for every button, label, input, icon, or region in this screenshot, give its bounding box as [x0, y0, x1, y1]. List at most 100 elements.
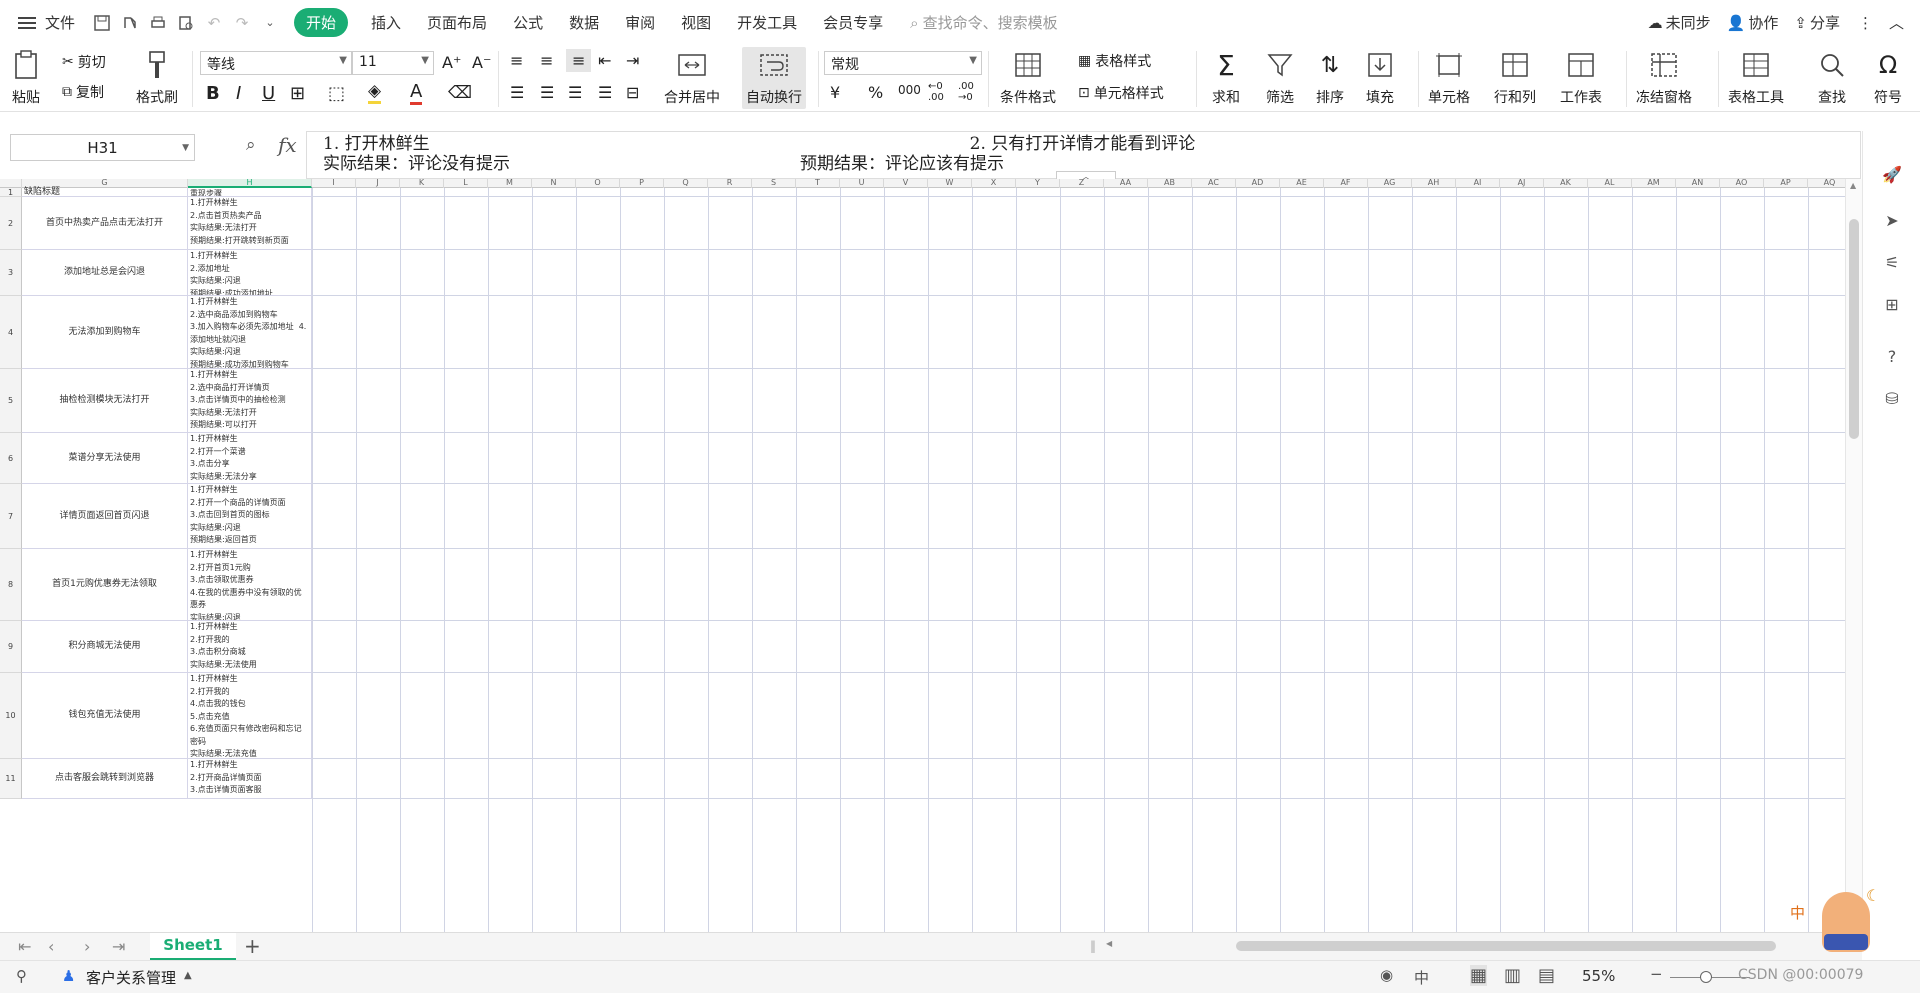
underline-icon[interactable]: U — [262, 83, 275, 104]
tab-data[interactable]: 数据 — [569, 12, 599, 33]
indent-increase-icon[interactable]: ⇥ — [626, 51, 639, 70]
row-col-button[interactable]: 行和列 — [1494, 49, 1536, 107]
split-handle[interactable]: ‖ — [1090, 939, 1096, 953]
row-header[interactable]: 1 — [0, 188, 22, 197]
column-header-ad[interactable]: AD — [1236, 179, 1280, 188]
tab-review[interactable]: 审阅 — [625, 12, 655, 33]
cut-button[interactable]: ✂ 剪切 — [62, 52, 106, 72]
cell-repro-steps[interactable]: 1.打开林鲜生 2.打开一个商品的详情页面 3.点击回到首页的图标 实际结果:闪… — [188, 484, 312, 549]
backup-icon[interactable]: ⛁ — [1881, 387, 1903, 409]
column-header-ap[interactable]: AP — [1764, 179, 1808, 188]
cell-repro-steps[interactable]: 1.打开林鲜生 2.打开一个菜谱 3.点击分享 实际结果:无法分享 预期结果:可… — [188, 433, 312, 484]
column-header-u[interactable]: U — [840, 179, 884, 188]
column-header-p[interactable]: P — [620, 179, 664, 188]
tab-developer[interactable]: 开发工具 — [737, 12, 797, 33]
cell-border-style-icon[interactable]: ⬚ — [328, 83, 345, 104]
justify-icon[interactable]: ☰ — [598, 83, 612, 102]
cell-repro-steps[interactable]: 1.打开林鲜生 2.打开首页1元购 3.点击领取优惠券 4.在我的优惠券中没有领… — [188, 549, 312, 621]
sort-button[interactable]: ⇅ 排序 — [1316, 49, 1344, 107]
column-header-r[interactable]: R — [708, 179, 752, 188]
crm-label[interactable]: 客户关系管理 — [86, 967, 176, 988]
increase-font-icon[interactable]: A⁺ — [442, 53, 461, 72]
column-header-j[interactable]: J — [356, 179, 400, 188]
symbol-button[interactable]: Ω 符号 — [1874, 49, 1902, 107]
eye-protection-icon[interactable]: ◉ — [1380, 966, 1393, 984]
align-center-icon[interactable]: ☰ — [540, 83, 554, 102]
first-sheet-icon[interactable]: ⇤ — [18, 937, 31, 956]
cell-repro-steps[interactable]: 1.打开林鲜生 2.打开商品详情页面 3.点击详情页面客服 实际结果:跳转到浏览… — [188, 759, 312, 799]
column-header-n[interactable]: N — [532, 179, 576, 188]
column-header-h[interactable]: H — [188, 179, 312, 188]
cloud-sync-icon[interactable]: ☁ — [1648, 14, 1663, 32]
page-view-icon[interactable]: ▤ — [1538, 965, 1555, 986]
table-style-button[interactable]: ▦ 表格样式 — [1078, 51, 1151, 71]
column-header-an[interactable]: AN — [1676, 179, 1720, 188]
fill-button[interactable]: 填充 — [1366, 49, 1394, 107]
row-header[interactable]: 10 — [0, 673, 22, 759]
column-header-aj[interactable]: AJ — [1500, 179, 1544, 188]
row-header[interactable]: 7 — [0, 484, 22, 549]
crm-icon[interactable]: ♟ — [62, 967, 75, 985]
sum-button[interactable]: Σ 求和 — [1212, 49, 1240, 107]
row-header[interactable]: 11 — [0, 759, 22, 799]
align-left-icon[interactable]: ☰ — [510, 83, 524, 102]
cell-button[interactable]: 单元格 — [1428, 49, 1470, 107]
copy-button[interactable]: ⧉ 复制 — [62, 82, 104, 102]
file-menu[interactable]: 文件 — [45, 12, 75, 33]
add-sheet-button[interactable]: + — [244, 934, 261, 958]
tab-page-layout[interactable]: 页面布局 — [427, 12, 487, 33]
assistant-mascot[interactable]: 中 ☾ — [1790, 882, 1880, 962]
align-top-icon[interactable]: ≡ — [510, 51, 523, 70]
bold-icon[interactable]: B — [206, 83, 220, 104]
column-header-ae[interactable]: AE — [1280, 179, 1324, 188]
column-header-s[interactable]: S — [752, 179, 796, 188]
clear-format-icon[interactable]: ⌫ — [448, 83, 472, 103]
column-header-aq[interactable]: AQ — [1808, 179, 1845, 188]
command-search[interactable]: ⌕ 查找命令、搜索模板 — [910, 12, 1057, 33]
layout-icon[interactable]: ⊞ — [1881, 293, 1903, 315]
font-name-select[interactable]: 等线 ▼ — [200, 51, 352, 75]
column-header-m[interactable]: M — [488, 179, 532, 188]
thousands-icon[interactable]: 000 — [898, 83, 921, 97]
column-header-ao[interactable]: AO — [1720, 179, 1764, 188]
function-icon[interactable]: fx — [278, 133, 297, 157]
collab-icon[interactable]: 👤 — [1727, 14, 1746, 32]
indent-decrease-icon[interactable]: ⇤ — [598, 51, 611, 70]
scroll-up-icon[interactable]: ▲ — [1850, 181, 1856, 190]
quick-access-dropdown-icon[interactable]: ⌄ — [259, 12, 281, 34]
chevron-up-icon[interactable]: ▲ — [184, 970, 192, 981]
sync-status[interactable]: 未同步 — [1666, 12, 1711, 33]
conditional-format-button[interactable]: 条件格式 — [1000, 49, 1056, 107]
tab-formulas[interactable]: 公式 — [513, 12, 543, 33]
percent-icon[interactable]: % — [868, 83, 883, 102]
cell-defect-title[interactable]: 积分商城无法使用 — [22, 621, 188, 673]
tab-insert[interactable]: 插入 — [371, 12, 401, 33]
wrap-text-button[interactable]: 自动换行 — [742, 47, 806, 109]
print-preview-icon[interactable] — [175, 12, 197, 34]
align-middle-icon[interactable]: ≡ — [540, 51, 553, 70]
column-header-ac[interactable]: AC — [1192, 179, 1236, 188]
ime-indicator[interactable]: 中 — [1414, 967, 1429, 988]
decrease-font-icon[interactable]: A⁻ — [472, 53, 491, 72]
column-header-i[interactable]: I — [312, 179, 356, 188]
column-header-ak[interactable]: AK — [1544, 179, 1588, 188]
row-header[interactable]: 3 — [0, 250, 22, 296]
export-icon[interactable] — [119, 12, 141, 34]
cell-defect-title[interactable]: 无法添加到购物车 — [22, 296, 188, 369]
fill-color-icon[interactable]: ◈ — [368, 81, 382, 104]
rocket-icon[interactable]: 🚀 — [1881, 163, 1903, 185]
prev-sheet-icon[interactable]: ‹ — [48, 937, 54, 956]
column-header-ah[interactable]: AH — [1412, 179, 1456, 188]
column-header-o[interactable]: O — [576, 179, 620, 188]
share-icon[interactable]: ⇪ — [1794, 14, 1807, 32]
hamburger-menu-icon[interactable] — [16, 12, 38, 34]
freeze-panes-button[interactable]: 冻结窗格 — [1636, 49, 1692, 107]
collapse-ribbon-icon[interactable]: ︿ — [1889, 12, 1904, 33]
distribute-icon[interactable]: ⊟ — [626, 83, 639, 102]
vertical-scrollbar[interactable]: ▲ — [1845, 179, 1862, 932]
column-header-t[interactable]: T — [796, 179, 840, 188]
row-header[interactable]: 5 — [0, 369, 22, 433]
zoom-out-button[interactable]: − — [1650, 965, 1663, 983]
cell-repro-steps[interactable]: 1.打开林鲜生 2.选中商品打开详情页 3.点击详情页中的抽检检测 实际结果:无… — [188, 369, 312, 433]
column-header-ag[interactable]: AG — [1368, 179, 1412, 188]
